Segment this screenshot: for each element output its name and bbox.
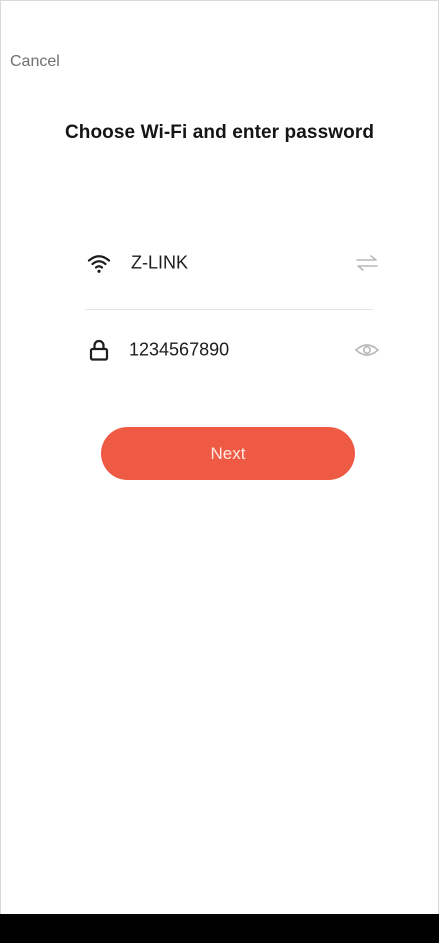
lock-icon bbox=[87, 338, 111, 362]
swap-arrows-icon[interactable] bbox=[353, 253, 381, 273]
divider bbox=[85, 309, 373, 310]
wifi-icon bbox=[87, 251, 111, 275]
wifi-network-name: Z-LINK bbox=[131, 252, 189, 273]
wifi-setup-screen: Cancel Choose Wi-Fi and enter password Z… bbox=[0, 0, 439, 943]
password-row[interactable]: 1234567890 bbox=[85, 330, 380, 370]
eye-icon[interactable] bbox=[353, 340, 381, 360]
next-button[interactable]: Next bbox=[101, 427, 355, 480]
page-title: Choose Wi-Fi and enter password bbox=[64, 122, 375, 143]
password-field[interactable]: 1234567890 bbox=[129, 340, 229, 361]
system-navigation-bar bbox=[0, 914, 439, 943]
wifi-network-row[interactable]: Z-LINK bbox=[85, 243, 378, 283]
cancel-button[interactable]: Cancel bbox=[10, 53, 60, 71]
